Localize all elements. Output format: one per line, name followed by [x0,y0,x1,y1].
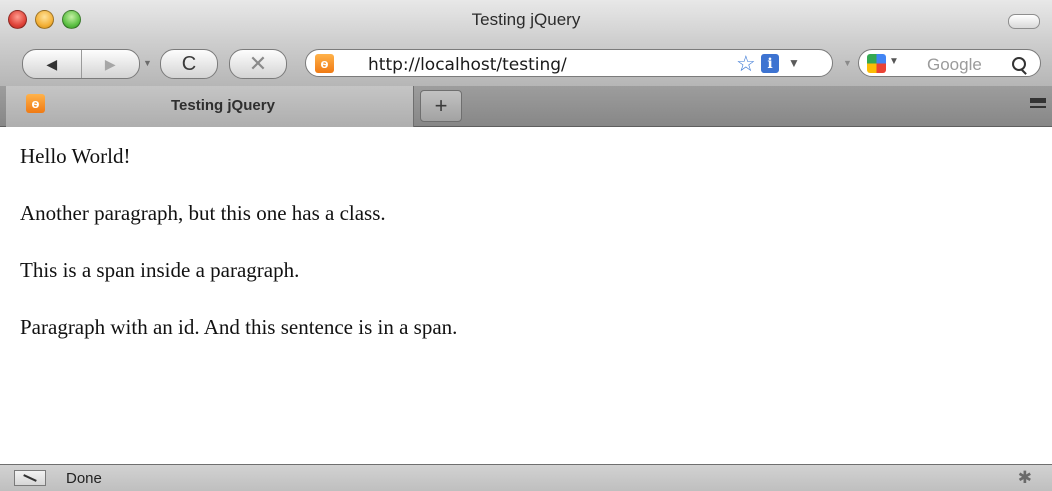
paragraph-with-class: Another paragraph, but this one has a cl… [20,201,386,225]
status-text: Done [66,470,102,487]
window-title: Testing jQuery [471,10,581,29]
tab-label: Testing jQuery [171,97,275,114]
back-forward-buttons: ◀ ▶ [22,49,140,79]
reload-button[interactable]: C [160,49,218,79]
navigation-toolbar: ◀ ▶ ▼ C ✕ ѳ http://localhost/testing/ ☆ … [0,40,1052,86]
bookmark-star-icon[interactable]: ☆ [736,51,756,77]
status-bar: Done ✱ [0,464,1052,491]
search-engine-separator-icon: ▼ [843,58,852,68]
tab-favicon-icon: ѳ [26,94,45,113]
site-favicon-icon: ѳ [315,54,334,73]
new-tab-button[interactable]: + [420,90,462,122]
search-input[interactable]: Google [927,55,982,75]
paragraph-with-span: This is a span inside a paragraph. [20,258,300,282]
tab-strip: ѳ Testing jQuery + [0,86,1052,127]
toolbar-toggle-button[interactable] [1008,14,1040,29]
forward-button[interactable]: ▶ [80,50,140,78]
search-icon[interactable] [1012,57,1026,71]
history-dropdown-icon[interactable]: ▼ [143,58,152,68]
url-dropdown-icon[interactable]: ▼ [788,56,800,70]
browser-window: Testing jQuery ◀ ▶ ▼ C ✕ ѳ http://localh… [0,0,1052,491]
status-activity-icon [14,470,46,486]
tab-testing-jquery[interactable]: ѳ Testing jQuery [6,86,414,127]
paragraph-hello: Hello World! [20,144,131,168]
address-bar[interactable]: ѳ http://localhost/testing/ ☆ i ▼ [305,49,833,77]
back-arrow-icon: ◀ [46,55,58,72]
forward-arrow-icon: ▶ [104,55,116,72]
reload-icon: C [181,52,197,75]
bug-icon[interactable]: ✱ [1018,468,1032,488]
tab-list-icon[interactable] [1030,98,1046,108]
google-engine-icon[interactable] [867,54,886,73]
page-content: Hello World! Another paragraph, but this… [0,127,1052,464]
plus-icon: + [434,93,448,118]
page-info-icon[interactable]: i [761,54,779,73]
url-text[interactable]: http://localhost/testing/ [368,55,567,75]
stop-icon: ✕ [248,51,268,76]
title-bar: Testing jQuery [0,0,1052,40]
search-box[interactable]: ▼ Google [858,49,1041,77]
paragraph-with-id: Paragraph with an id. And this sentence … [20,315,458,339]
back-button[interactable]: ◀ [23,50,81,78]
stop-button[interactable]: ✕ [229,49,287,79]
search-engine-dropdown-icon[interactable]: ▼ [889,56,899,67]
